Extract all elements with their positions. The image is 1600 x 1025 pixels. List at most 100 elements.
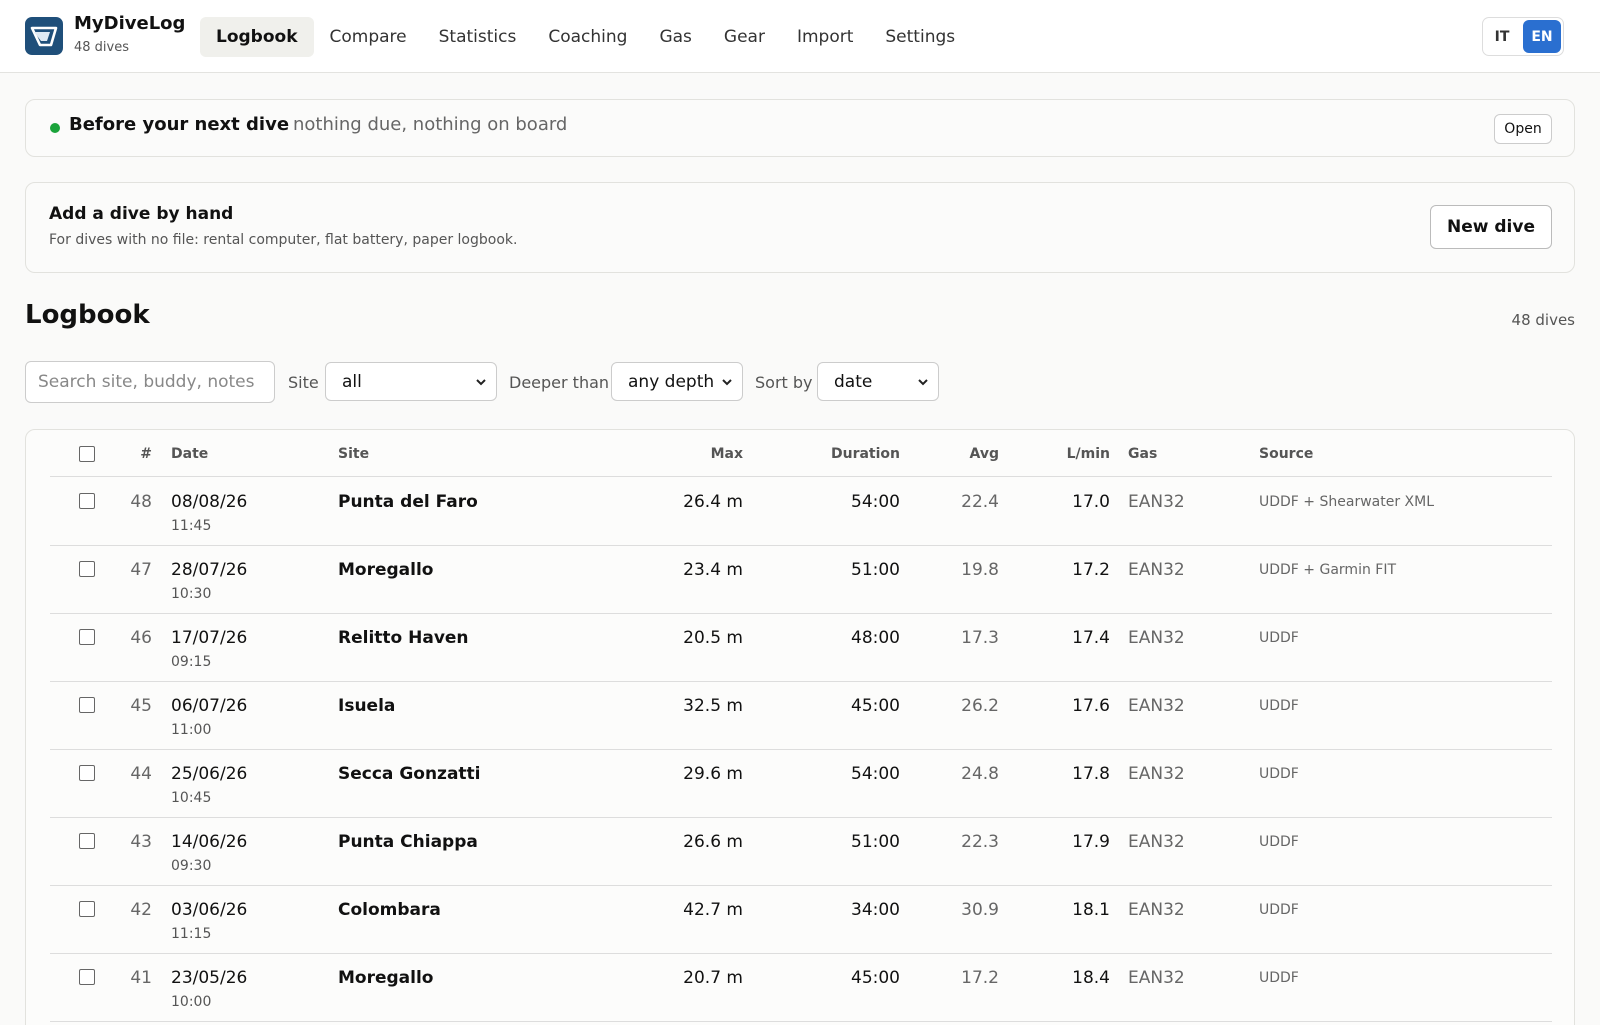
dive-time: 10:00 bbox=[171, 994, 212, 1010]
dive-site[interactable]: Isuela bbox=[338, 696, 395, 716]
dive-max-depth: 42.7 m bbox=[683, 900, 743, 920]
open-button[interactable]: Open bbox=[1494, 114, 1552, 144]
col-site: Site bbox=[338, 446, 370, 462]
table-row[interactable]: 47 28/07/26 10:30 Moregallo 23.4 m 51:00 19.8 1… bbox=[50, 546, 1552, 614]
app-dive-count: 48 dives bbox=[74, 40, 130, 55]
dive-date: 06/07/26 bbox=[171, 696, 248, 716]
row-checkbox[interactable] bbox=[79, 833, 95, 849]
dive-sac-rate: 17.0 bbox=[1072, 492, 1110, 512]
dive-table: # Date Site Max Duration Avg L/min Gas S… bbox=[25, 429, 1575, 1025]
next-dive-title: Before your next dive bbox=[69, 114, 290, 135]
col-number: # bbox=[140, 446, 152, 462]
dive-number: 46 bbox=[130, 628, 152, 648]
dive-number: 42 bbox=[130, 900, 152, 920]
search-input[interactable] bbox=[25, 361, 275, 403]
dive-duration: 45:00 bbox=[851, 968, 900, 988]
dive-time: 09:15 bbox=[171, 654, 212, 670]
lang-it-button[interactable]: IT bbox=[1483, 18, 1521, 55]
language-switch: IT EN bbox=[1482, 17, 1564, 56]
sort-select-value: date bbox=[834, 371, 873, 392]
col-date: Date bbox=[171, 446, 209, 462]
dive-max-depth: 23.4 m bbox=[683, 560, 743, 580]
table-row[interactable]: 45 06/07/26 11:00 Isuela 32.5 m 45:00 26.2 17.6… bbox=[50, 682, 1552, 750]
site-select[interactable]: all bbox=[325, 362, 497, 401]
dive-max-depth: 32.5 m bbox=[683, 696, 743, 716]
lang-en-button[interactable]: EN bbox=[1523, 20, 1561, 53]
dive-gas: EAN32 bbox=[1128, 832, 1185, 852]
dive-sac-rate: 18.1 bbox=[1072, 900, 1110, 920]
dive-site[interactable]: Punta del Faro bbox=[338, 492, 478, 512]
row-checkbox[interactable] bbox=[79, 969, 95, 985]
dive-gas: EAN32 bbox=[1128, 764, 1185, 784]
row-checkbox[interactable] bbox=[79, 561, 95, 577]
nav-logbook[interactable]: Logbook bbox=[200, 17, 314, 57]
nav-settings[interactable]: Settings bbox=[869, 17, 971, 57]
nav-import[interactable]: Import bbox=[781, 17, 869, 57]
nav-compare[interactable]: Compare bbox=[314, 17, 423, 57]
table-row[interactable]: 41 23/05/26 10:00 Moregallo 20.7 m 45:00 17.2 1… bbox=[50, 954, 1552, 1022]
table-row[interactable]: 44 25/06/26 10:45 Secca Gonzatti 29.6 m 54:00… bbox=[50, 750, 1552, 818]
dive-source: UDDF + Shearwater XML bbox=[1259, 494, 1435, 510]
row-checkbox[interactable] bbox=[79, 697, 95, 713]
table-row[interactable]: 46 17/07/26 09:15 Relitto Haven 20.5 m 48:00 1… bbox=[50, 614, 1552, 682]
table-row[interactable]: 48 08/08/26 11:45 Punta del Faro 26.4 m 54:00… bbox=[50, 478, 1552, 546]
dive-avg-depth: 17.3 bbox=[961, 628, 999, 648]
dive-gas: EAN32 bbox=[1128, 628, 1185, 648]
dive-sac-rate: 17.2 bbox=[1072, 560, 1110, 580]
table-row[interactable]: 42 03/06/26 11:15 Colombara 42.7 m 34:00 30.9 1… bbox=[50, 886, 1552, 954]
status-dot-icon bbox=[50, 123, 60, 133]
dive-avg-depth: 26.2 bbox=[961, 696, 999, 716]
dive-date: 03/06/26 bbox=[171, 900, 248, 920]
dive-number: 41 bbox=[130, 968, 152, 988]
dive-date: 17/07/26 bbox=[171, 628, 248, 648]
dive-source: UDDF bbox=[1259, 902, 1299, 918]
dive-source: UDDF + Garmin FIT bbox=[1259, 562, 1397, 578]
app-title: MyDiveLog bbox=[74, 13, 186, 34]
col-avg: Avg bbox=[969, 446, 999, 462]
nav-statistics[interactable]: Statistics bbox=[423, 17, 533, 57]
dive-date: 23/05/26 bbox=[171, 968, 248, 988]
dive-date: 28/07/26 bbox=[171, 560, 248, 580]
chevron-down-icon bbox=[476, 379, 486, 386]
dive-site[interactable]: Moregallo bbox=[338, 968, 433, 988]
sort-label: Sort by bbox=[755, 373, 813, 392]
dive-number: 48 bbox=[130, 492, 152, 512]
add-dive-title: Add a dive by hand bbox=[49, 204, 234, 224]
add-dive-description: For dives with no file: rental computer,… bbox=[49, 232, 518, 248]
dive-site[interactable]: Secca Gonzatti bbox=[338, 764, 481, 784]
depth-select[interactable]: any depth bbox=[611, 362, 743, 401]
table-header: # Date Site Max Duration Avg L/min Gas S… bbox=[50, 430, 1552, 477]
top-bar: MyDiveLog 48 dives Logbook Compare Stati… bbox=[0, 0, 1600, 73]
dive-flag-logo-icon[interactable] bbox=[25, 17, 63, 55]
row-checkbox[interactable] bbox=[79, 765, 95, 781]
nav-gas[interactable]: Gas bbox=[643, 17, 707, 57]
dive-duration: 54:00 bbox=[851, 764, 900, 784]
site-select-value: all bbox=[342, 371, 362, 392]
col-lmin: L/min bbox=[1066, 446, 1110, 462]
nav-coaching[interactable]: Coaching bbox=[532, 17, 643, 57]
row-checkbox[interactable] bbox=[79, 629, 95, 645]
table-row[interactable]: 43 14/06/26 09:30 Punta Chiappa 26.6 m 51:00 2… bbox=[50, 818, 1552, 886]
new-dive-button[interactable]: New dive bbox=[1430, 205, 1552, 249]
select-all-checkbox[interactable] bbox=[79, 446, 95, 462]
dive-avg-depth: 17.2 bbox=[961, 968, 999, 988]
row-checkbox[interactable] bbox=[79, 901, 95, 917]
dive-site[interactable]: Relitto Haven bbox=[338, 628, 469, 648]
dive-site[interactable]: Punta Chiappa bbox=[338, 832, 478, 852]
dive-time: 09:30 bbox=[171, 858, 212, 874]
dive-gas: EAN32 bbox=[1128, 696, 1185, 716]
depth-select-value: any depth bbox=[628, 371, 715, 392]
dive-number: 45 bbox=[130, 696, 152, 716]
dive-time: 11:00 bbox=[171, 722, 212, 738]
dive-max-depth: 29.6 m bbox=[683, 764, 743, 784]
dive-number: 47 bbox=[130, 560, 152, 580]
dive-site[interactable]: Moregallo bbox=[338, 560, 433, 580]
dive-number: 43 bbox=[130, 832, 152, 852]
dive-time: 10:30 bbox=[171, 586, 212, 602]
nav-gear[interactable]: Gear bbox=[708, 17, 781, 57]
dive-max-depth: 26.6 m bbox=[683, 832, 743, 852]
row-checkbox[interactable] bbox=[79, 493, 95, 509]
dive-site[interactable]: Colombara bbox=[338, 900, 441, 920]
col-duration: Duration bbox=[830, 446, 900, 462]
sort-select[interactable]: date bbox=[817, 362, 939, 401]
